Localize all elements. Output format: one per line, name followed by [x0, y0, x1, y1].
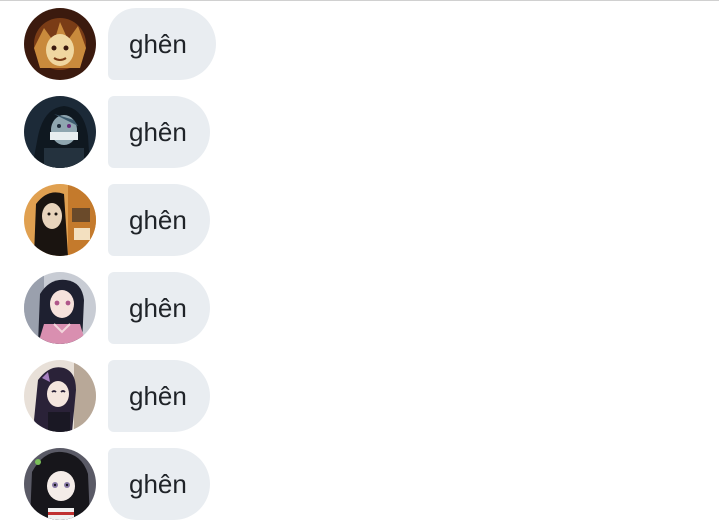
message-bubble[interactable]: ghên: [108, 360, 210, 432]
anime-avatar-kanao-icon[interactable]: [24, 448, 96, 520]
message-bubble[interactable]: ghên: [108, 96, 210, 168]
message-text: ghên: [129, 292, 187, 323]
anime-avatar-rengoku-icon[interactable]: [24, 8, 96, 80]
message-bubble[interactable]: ghên: [108, 448, 210, 520]
message-bubble[interactable]: ghên: [108, 272, 210, 344]
anime-avatar-obanai-icon[interactable]: [24, 96, 96, 168]
message-text: ghên: [129, 380, 187, 411]
message-row: ghên: [24, 360, 424, 432]
top-divider: [0, 0, 719, 1]
message-text: ghên: [129, 28, 187, 59]
anime-avatar-nezuko-icon[interactable]: [24, 272, 96, 344]
message-row: ghên: [24, 96, 424, 168]
anime-avatar-himejima-icon[interactable]: [24, 184, 96, 256]
message-row: ghên: [24, 272, 424, 344]
message-bubble[interactable]: ghên: [108, 184, 210, 256]
message-text: ghên: [129, 116, 187, 147]
message-bubble[interactable]: ghên: [108, 8, 216, 80]
message-text: ghên: [129, 468, 187, 499]
message-row: ghên: [24, 8, 424, 80]
message-text: ghên: [129, 204, 187, 235]
message-row: ghên: [24, 184, 424, 256]
anime-avatar-shinobu-icon[interactable]: [24, 360, 96, 432]
message-row: ghên: [24, 448, 424, 520]
